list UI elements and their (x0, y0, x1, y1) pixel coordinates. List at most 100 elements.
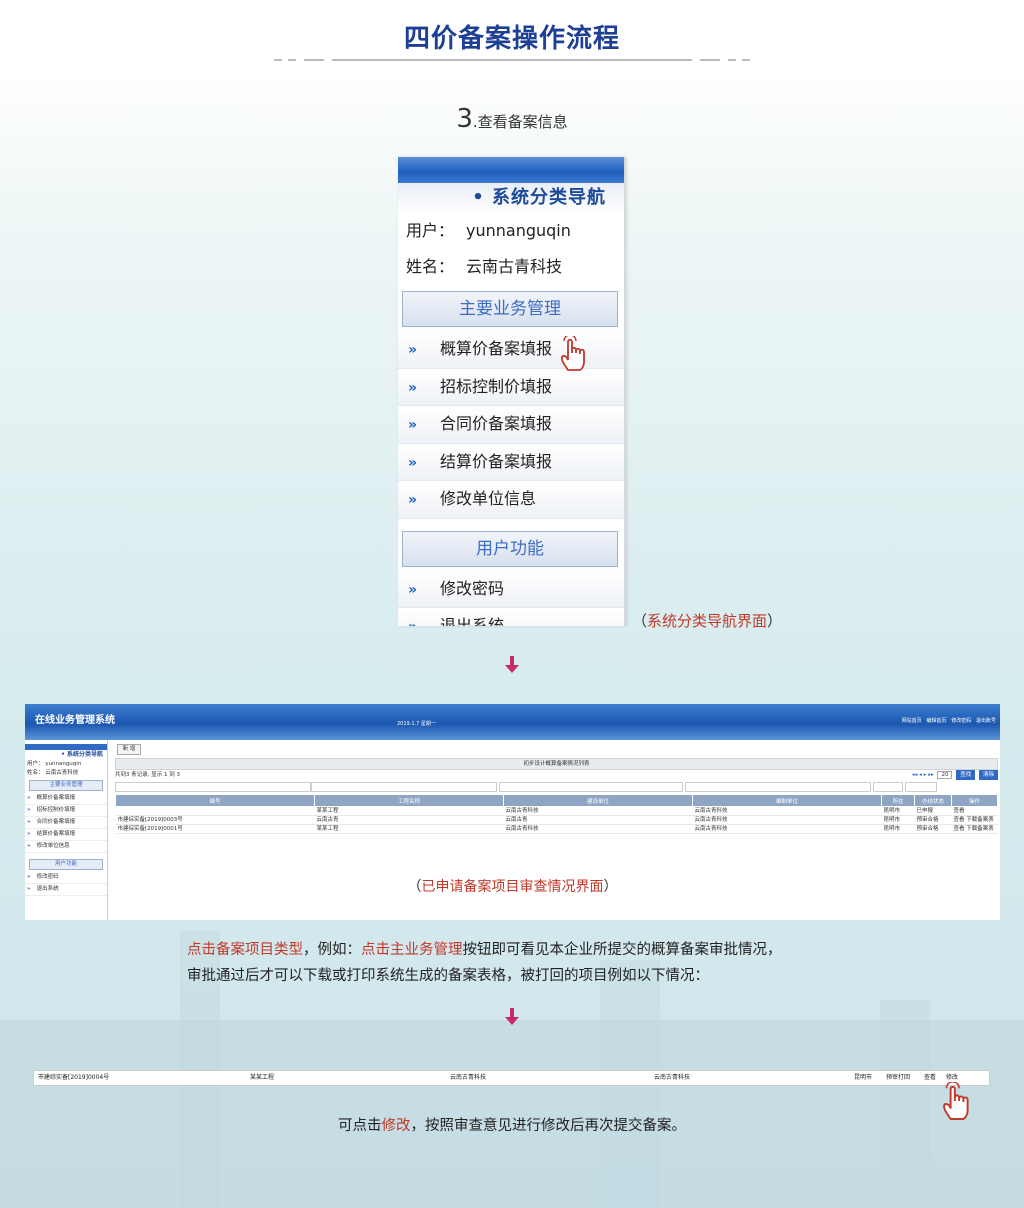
nav-item-edit-unit-info[interactable]: » 修改单位信息 (398, 481, 624, 519)
cell-builder: 云南古青 (503, 815, 693, 825)
double-chevron-icon: » (408, 417, 418, 433)
name-label: 姓名： (406, 257, 455, 276)
filter-input[interactable] (311, 782, 497, 792)
text: ，按照审查意见进行修改后再次提交备案。 (410, 1118, 687, 1134)
cell-status: 预审合格 (914, 815, 952, 825)
group-user-functions[interactable]: 用户功能 (402, 530, 618, 567)
cell-actions[interactable]: 查看 下载备案表 (951, 824, 998, 834)
filter-input[interactable] (873, 782, 903, 792)
cell-number: 市建综实备[2019]0003号 (115, 815, 315, 825)
name-row: 姓名： 云南古青科技 (398, 249, 624, 285)
footer-note: 可点击修改，按照审查意见进行修改后再次提交备案。 (0, 1114, 1024, 1135)
cell-project: 云南古青 (314, 815, 504, 825)
cell-editor: 云南古青科技 (692, 806, 882, 816)
double-chevron-icon: » (27, 795, 31, 801)
nav-item-change-password[interactable]: » 修改密码 (398, 570, 624, 608)
mini-nav-label: 结算价备案填报 (36, 831, 76, 837)
double-chevron-icon: » (408, 609, 440, 626)
query-button[interactable]: 查找 (956, 770, 976, 780)
table-header-row: 编号 工程名称 建设单位 编制单位 所在 办结状态 操作 (115, 794, 998, 807)
user-value: yunnanguqin (466, 221, 571, 240)
pager-arrows-icon[interactable]: ◂◂ ◂ ▸ ▸▸ (912, 772, 934, 778)
caption-paren-close: ） (603, 879, 618, 895)
caption-paren-open: （ (407, 879, 422, 895)
cell-number: 市建综实备[2019]0001号 (115, 824, 315, 834)
mini-nav-heading: • 系统分类导航 (61, 751, 103, 758)
mini-group-main[interactable]: 主要业务管理 (29, 780, 103, 791)
double-chevron-icon: » (408, 581, 418, 598)
top-link[interactable]: 编辑首页 (926, 718, 946, 724)
list-title: 初步设计概算备案情况列表 (115, 758, 998, 770)
mini-group-user[interactable]: 用户功能 (29, 859, 103, 870)
mini-nav-label: 合同价备案填报 (36, 819, 76, 825)
table-row: 市建综实备[2019]0003号 云南古青 云南古青 云南古青科技 昆明市 预审… (115, 815, 998, 825)
filter-input[interactable] (115, 782, 311, 792)
cell-project: 某某工程 (250, 1074, 275, 1081)
mini-nav-item[interactable]: » 合同价备案填报 (25, 817, 107, 829)
cell-actions[interactable]: 查看 下载备案表 (951, 815, 998, 825)
nav-item-label: 修改密码 (440, 578, 505, 598)
review-status-screenshot: 在线业务管理系统 2019.1.7 星期一 网站首页 编辑首页 修改密码 退出账… (25, 704, 1000, 920)
nav-item-budget-filing[interactable]: » 概算价备案填报 (398, 331, 624, 369)
nav-item-label: 修改单位信息 (440, 489, 537, 508)
mini-nav-item[interactable]: » 招标控制价填报 (25, 805, 107, 817)
text: 可点击 (338, 1118, 382, 1134)
table-row: 某某工程 云南古青科技 云南古青科技 昆明市 已申报 查看 (115, 806, 998, 816)
mini-nav-item[interactable]: » 概算价备案填报 (25, 793, 107, 805)
page-title: 四价备案操作流程 (403, 24, 620, 54)
cell-number: 市建综实备[2019]0004号 (38, 1074, 110, 1081)
user-row: 用户： yunnanguqin (398, 213, 624, 249)
app-header-bar: 在线业务管理系统 2019.1.7 星期一 网站首页 编辑首页 修改密码 退出账… (25, 704, 1000, 740)
nav-item-contract-filing[interactable]: » 合同价备案填报 (398, 406, 624, 444)
nav-item-logout[interactable]: »退出系统 (398, 608, 624, 626)
cell-city: 昆明市 (881, 824, 915, 834)
cell-editor: 云南古青科技 (654, 1074, 691, 1081)
pager: 共到3 条记录, 显示 1 到 3 ◂◂ ◂ ▸ ▸▸ 20 查找 清除 (115, 770, 998, 780)
nav-item-label: 合同价备案填报 (440, 414, 553, 433)
red-text: 点击主业务管理 (361, 942, 463, 958)
text: 按钮即可看见本企业所提交的概算备案审批情况， (462, 942, 782, 958)
title-divider (274, 58, 750, 62)
nav-item-label: 结算价备案填报 (440, 451, 553, 471)
mini-nav-item[interactable]: » 结算价备案填报 (25, 829, 107, 841)
cell-project: 某某工程 (314, 806, 504, 816)
cell-number (115, 806, 315, 816)
cell-actions[interactable]: 查看 (951, 806, 998, 816)
top-link[interactable]: 退出账号 (976, 718, 996, 724)
clear-button[interactable]: 清除 (978, 770, 998, 780)
nav-item-settlement-filing[interactable]: » 结算价备案填报 (398, 443, 624, 481)
text: ，例如： (303, 942, 361, 958)
caption-text: 已申请备案项目审查情况界面 (421, 879, 604, 895)
mini-nav-label: 修改单位信息 (36, 843, 70, 849)
nav-item-tender-control[interactable]: » 招标控制价填报 (398, 368, 624, 406)
skyline-tower (880, 1000, 930, 1208)
col-header: 办结状态 (914, 794, 952, 807)
mini-nav-item[interactable]: » 修改单位信息 (25, 841, 107, 853)
nav-item-label: 退出系统 (440, 616, 505, 626)
filter-input[interactable] (499, 782, 683, 792)
new-button[interactable]: 新 增 (117, 744, 141, 755)
cell-builder: 云南古青科技 (503, 806, 693, 816)
col-header: 工程名称 (314, 794, 504, 807)
caption-paren-close: ） (767, 612, 783, 630)
filter-input[interactable] (685, 782, 871, 792)
top-link[interactable]: 网站首页 (902, 718, 922, 724)
cell-editor: 云南古青科技 (692, 824, 882, 834)
down-arrow-icon (505, 1008, 519, 1025)
view-link[interactable]: 查看 (924, 1071, 936, 1085)
cell-city: 昆明市 (881, 806, 915, 816)
double-chevron-icon: » (408, 342, 418, 358)
nav-heading: • 系统分类导航 (398, 183, 624, 213)
cell-builder: 云南古青科技 (450, 1074, 487, 1081)
group-main-business[interactable]: 主要业务管理 (402, 291, 618, 327)
filter-input[interactable] (905, 782, 937, 792)
page-size-select[interactable]: 20 (937, 771, 953, 779)
user-label: 用户： (406, 221, 455, 240)
filter-row (115, 782, 998, 792)
hand-pointer-icon (560, 336, 585, 371)
double-chevron-icon: » (408, 379, 418, 396)
mini-user: 用户： yunnanguqin (27, 761, 82, 767)
col-header: 所在 (881, 794, 915, 807)
top-link[interactable]: 修改密码 (951, 718, 971, 724)
nav-caption: （系统分类导航界面） (632, 610, 782, 631)
